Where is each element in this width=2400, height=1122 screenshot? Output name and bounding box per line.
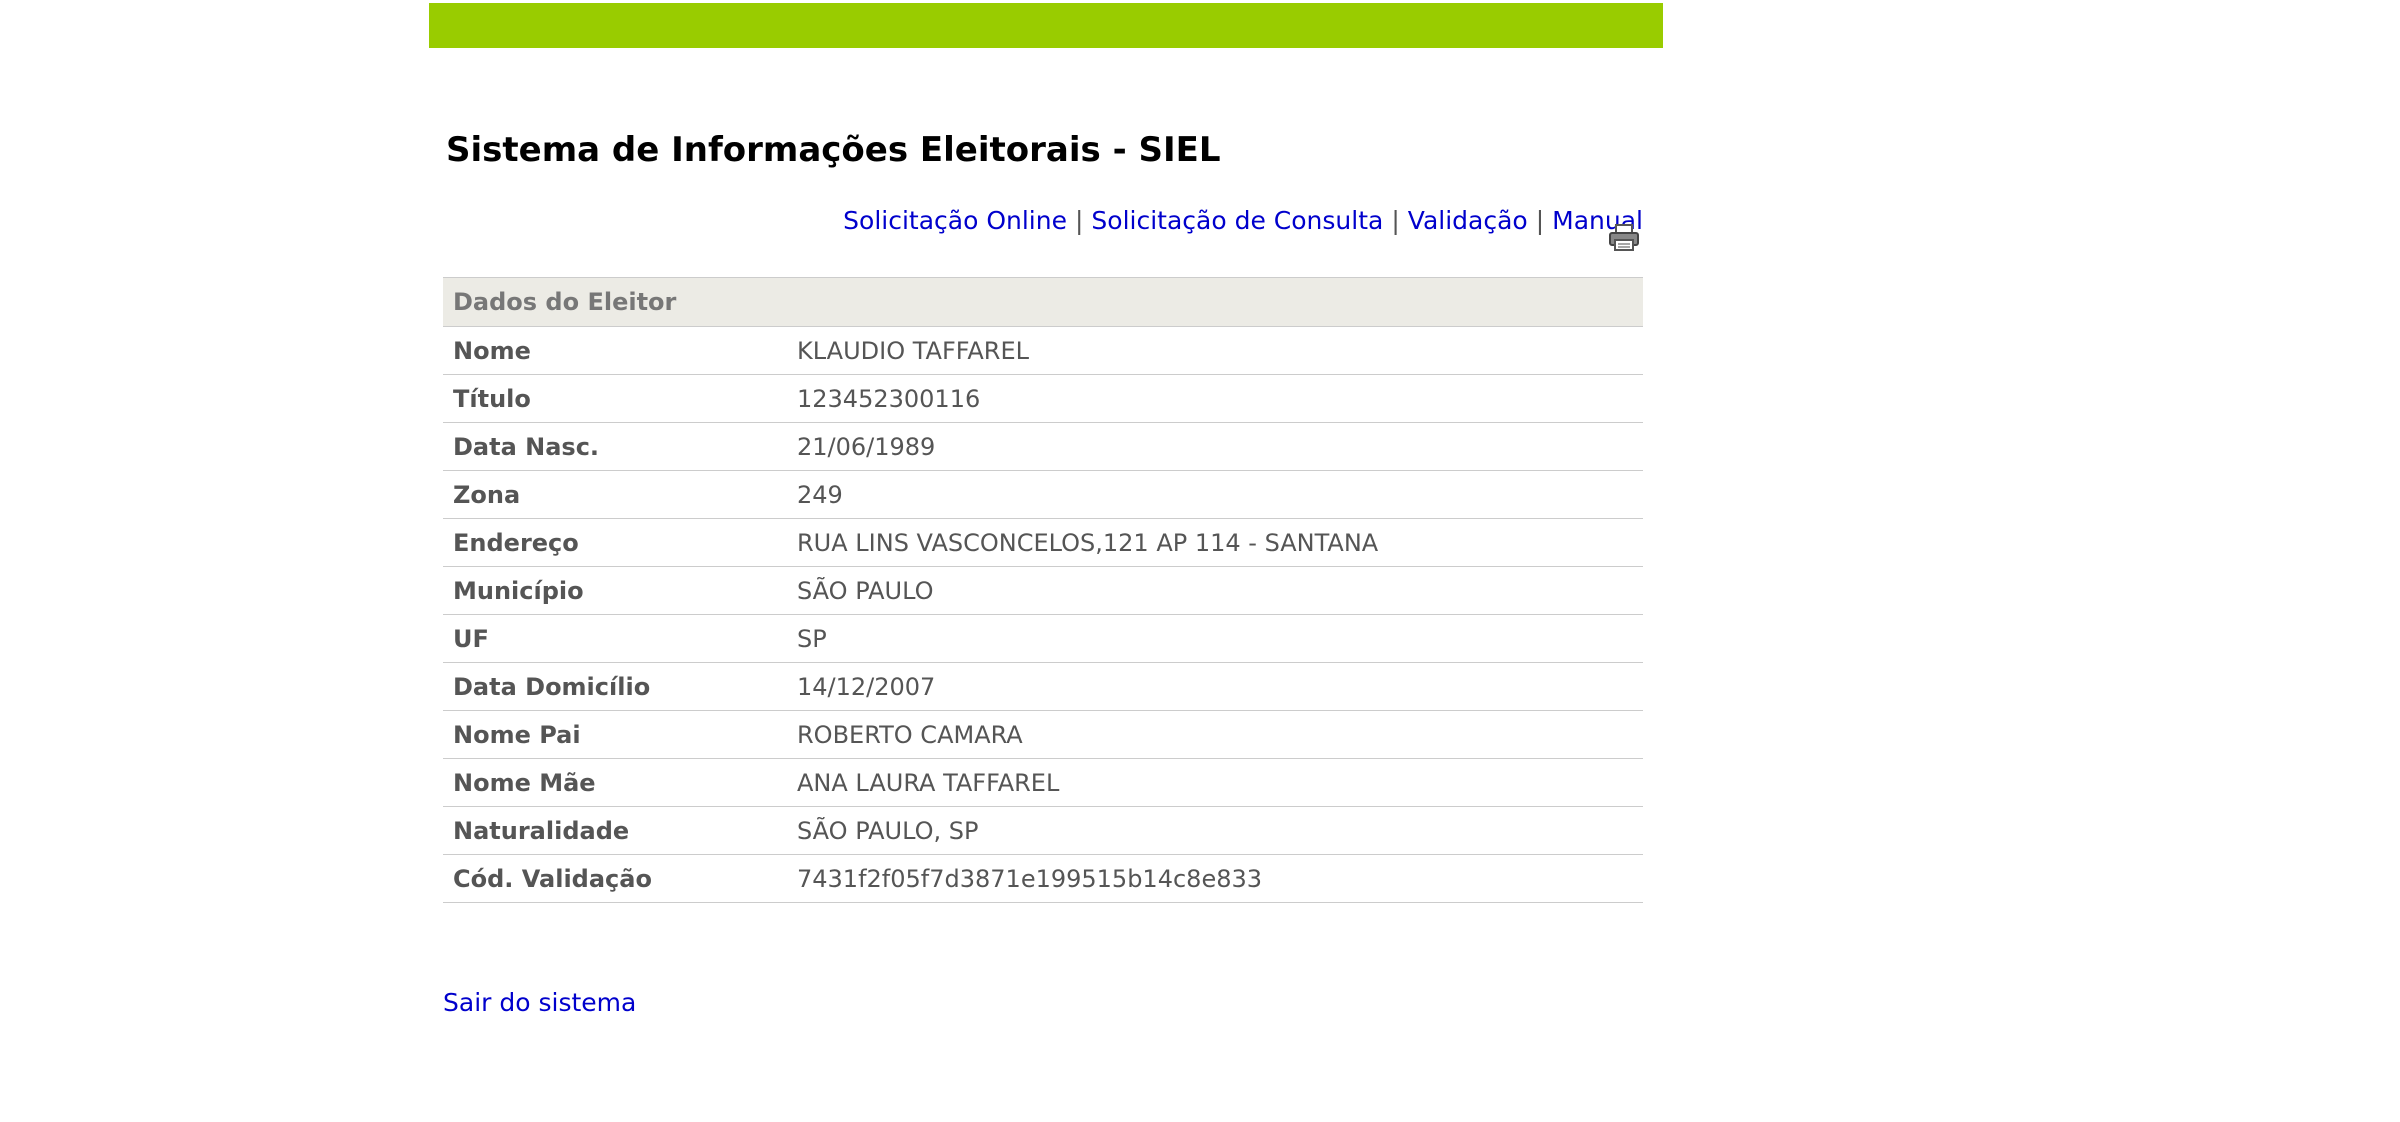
table-row: Nome Pai ROBERTO CAMARA <box>443 710 1643 759</box>
field-value: 7431f2f05f7d3871e199515b14c8e833 <box>787 854 1643 903</box>
table-row: Município SÃO PAULO <box>443 566 1643 615</box>
table-row: Data Nasc. 21/06/1989 <box>443 422 1643 471</box>
field-label: Nome <box>443 326 787 375</box>
printer-icon[interactable] <box>1608 224 1640 252</box>
field-value: SÃO PAULO <box>787 566 1643 615</box>
field-label: Nome Pai <box>443 710 787 759</box>
field-value: ANA LAURA TAFFAREL <box>787 758 1643 807</box>
nav-link-solicitacao-consulta[interactable]: Solicitação de Consulta <box>1091 206 1383 235</box>
field-value: RUA LINS VASCONCELOS,121 AP 114 - SANTAN… <box>787 518 1643 567</box>
table-header-row: Dados do Eleitor <box>443 277 1643 327</box>
field-label: Título <box>443 374 787 423</box>
nav-links: Solicitação Online | Solicitação de Consul… <box>843 205 1643 237</box>
table-row: UF SP <box>443 614 1643 663</box>
table-row: Cód. Validação 7431f2f05f7d3871e199515b1… <box>443 854 1643 903</box>
table-row: Nome KLAUDIO TAFFAREL <box>443 326 1643 375</box>
field-value: 123452300116 <box>787 374 1643 423</box>
field-label: Zona <box>443 470 787 519</box>
field-label: UF <box>443 614 787 663</box>
nav-link-validacao[interactable]: Validação <box>1408 206 1528 235</box>
field-value: 14/12/2007 <box>787 662 1643 711</box>
page-title: Sistema de Informações Eleitorais - SIEL <box>446 130 1221 170</box>
table-row: Endereço RUA LINS VASCONCELOS,121 AP 114… <box>443 518 1643 567</box>
field-value: 249 <box>787 470 1643 519</box>
table-row: Data Domicílio 14/12/2007 <box>443 662 1643 711</box>
field-label: Data Nasc. <box>443 422 787 471</box>
field-label: Data Domicílio <box>443 662 787 711</box>
top-banner <box>429 3 1663 48</box>
field-value: 21/06/1989 <box>787 422 1643 471</box>
field-label: Município <box>443 566 787 615</box>
field-label: Naturalidade <box>443 806 787 855</box>
logout-link[interactable]: Sair do sistema <box>443 987 636 1019</box>
nav-link-solicitacao-online[interactable]: Solicitação Online <box>843 206 1067 235</box>
nav-separator: | <box>1074 206 1084 235</box>
field-label: Endereço <box>443 518 787 567</box>
table-row: Nome Mãe ANA LAURA TAFFAREL <box>443 758 1643 807</box>
table-row: Zona 249 <box>443 470 1643 519</box>
table-row: Naturalidade SÃO PAULO, SP <box>443 806 1643 855</box>
field-value: KLAUDIO TAFFAREL <box>787 326 1643 375</box>
nav-separator: | <box>1535 206 1545 235</box>
field-label: Nome Mãe <box>443 758 787 807</box>
field-label: Cód. Validação <box>443 854 787 903</box>
nav-separator: | <box>1391 206 1400 235</box>
field-value: SÃO PAULO, SP <box>787 806 1643 855</box>
field-value: SP <box>787 614 1643 663</box>
section-title: Dados do Eleitor <box>443 277 1643 327</box>
table-row: Título 123452300116 <box>443 374 1643 423</box>
field-value: ROBERTO CAMARA <box>787 710 1643 759</box>
voter-data-table: Dados do Eleitor Nome KLAUDIO TAFFAREL T… <box>443 277 1643 903</box>
